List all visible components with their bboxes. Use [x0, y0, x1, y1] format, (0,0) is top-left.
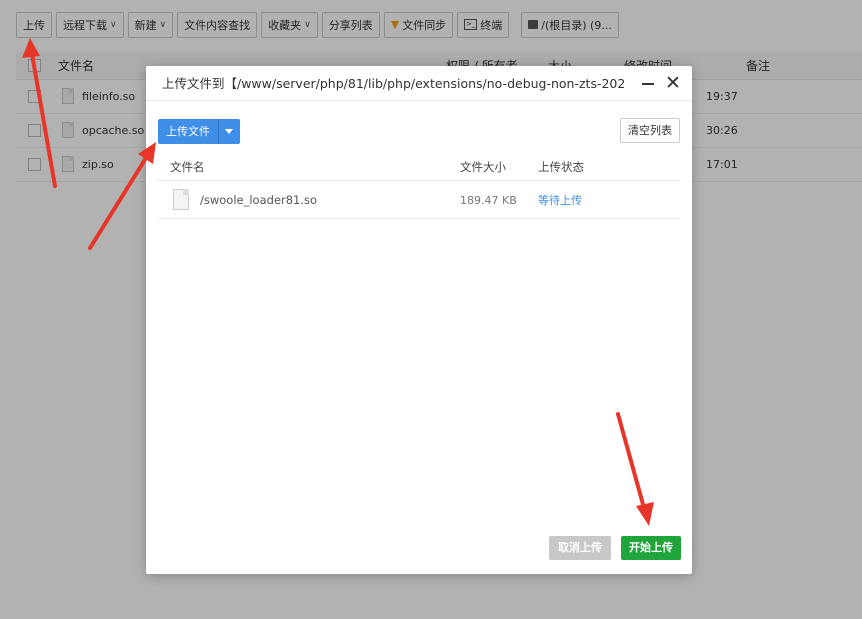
clear-list-button[interactable]: 清空列表 [620, 118, 680, 143]
upload-dialog: 上传文件到【/www/server/php/81/lib/php/extensi… [146, 66, 692, 574]
upload-file-status: 等待上传 [538, 194, 582, 207]
upload-file-size: 189.47 KB [460, 194, 517, 207]
upload-file-name: /swoole_loader81.so [200, 193, 318, 207]
upload-file-split-button: 上传文件 [158, 119, 240, 144]
upload-list-item: /swoole_loader81.so 189.47 KB 等待上传 [158, 182, 680, 219]
upload-options-caret-icon[interactable] [219, 119, 240, 144]
upload-column-size: 文件大小 [460, 160, 506, 174]
file-icon [173, 189, 189, 210]
upload-file-button[interactable]: 上传文件 [158, 119, 219, 144]
start-upload-button[interactable]: 开始上传 [621, 536, 681, 560]
dialog-title: 上传文件到【/www/server/php/81/lib/php/extensi… [162, 76, 624, 91]
upload-column-name: 文件名 [170, 160, 205, 174]
upload-column-status: 上传状态 [538, 160, 584, 174]
minimize-icon[interactable] [642, 83, 654, 85]
upload-table-header: 文件名 文件大小 上传状态 [158, 154, 680, 181]
close-icon[interactable]: ✕ [663, 73, 683, 93]
cancel-upload-button[interactable]: 取消上传 [549, 536, 611, 560]
dialog-header: 上传文件到【/www/server/php/81/lib/php/extensi… [146, 66, 692, 101]
